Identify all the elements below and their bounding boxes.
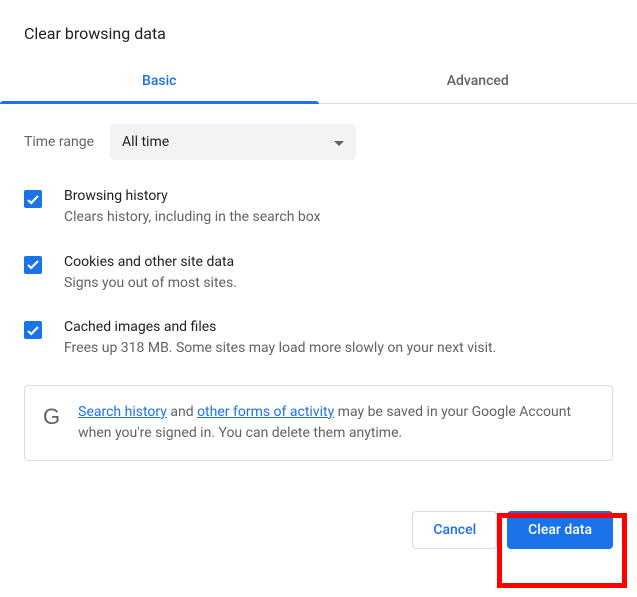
option-desc: Clears history, including in the search … bbox=[64, 208, 321, 228]
time-range-select[interactable]: All time bbox=[110, 124, 356, 160]
option-title: Browsing history bbox=[64, 188, 321, 204]
search-history-link[interactable]: Search history bbox=[78, 404, 167, 420]
checkbox-cookies[interactable] bbox=[24, 256, 42, 274]
option-desc: Signs you out of most sites. bbox=[64, 274, 237, 294]
time-range-label: Time range bbox=[24, 134, 94, 150]
option-cache: Cached images and files Frees up 318 MB.… bbox=[24, 319, 613, 359]
check-icon bbox=[27, 321, 39, 340]
dialog-footer: Cancel Clear data bbox=[0, 461, 637, 549]
google-g-icon: G bbox=[43, 402, 60, 428]
check-icon bbox=[27, 190, 39, 209]
option-text: Cached images and files Frees up 318 MB.… bbox=[64, 319, 496, 359]
option-title: Cached images and files bbox=[64, 319, 496, 335]
option-desc: Frees up 318 MB. Some sites may load mor… bbox=[64, 339, 496, 359]
option-text: Cookies and other site data Signs you ou… bbox=[64, 254, 237, 294]
clear-data-button[interactable]: Clear data bbox=[507, 511, 613, 549]
button-label: Clear data bbox=[528, 522, 592, 538]
clear-browsing-data-dialog: Clear browsing data Basic Advanced Time … bbox=[0, 0, 637, 549]
google-account-notice: G Search history and other forms of acti… bbox=[24, 385, 613, 461]
option-cookies: Cookies and other site data Signs you ou… bbox=[24, 254, 613, 294]
select-value: All time bbox=[122, 134, 169, 150]
dialog-content: Time range All time Browsing history Cle… bbox=[0, 104, 637, 461]
option-browsing-history: Browsing history Clears history, includi… bbox=[24, 188, 613, 228]
option-title: Cookies and other site data bbox=[64, 254, 237, 270]
checkbox-cache[interactable] bbox=[24, 321, 42, 339]
tab-basic[interactable]: Basic bbox=[0, 61, 319, 103]
tab-label: Basic bbox=[142, 73, 176, 89]
other-activity-link[interactable]: other forms of activity bbox=[197, 404, 334, 420]
notice-text: Search history and other forms of activi… bbox=[78, 402, 594, 444]
cancel-button[interactable]: Cancel bbox=[412, 511, 497, 549]
time-range-row: Time range All time bbox=[24, 124, 613, 160]
notice-text-fragment: and bbox=[167, 404, 197, 420]
tab-bar: Basic Advanced bbox=[0, 61, 637, 104]
option-text: Browsing history Clears history, includi… bbox=[64, 188, 321, 228]
tab-advanced[interactable]: Advanced bbox=[319, 61, 637, 103]
check-icon bbox=[27, 255, 39, 274]
chevron-down-icon bbox=[334, 134, 344, 150]
checkbox-browsing-history[interactable] bbox=[24, 190, 42, 208]
dialog-title: Clear browsing data bbox=[0, 24, 637, 61]
button-label: Cancel bbox=[433, 522, 476, 538]
tab-label: Advanced bbox=[447, 73, 509, 89]
